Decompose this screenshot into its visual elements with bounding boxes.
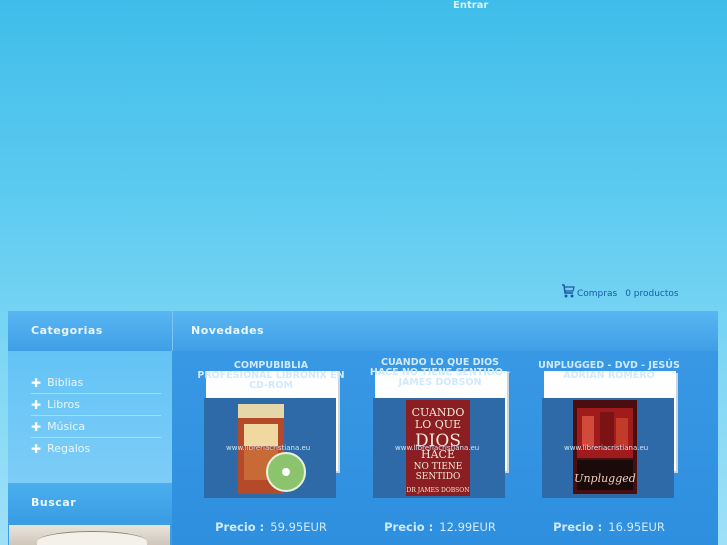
price-row: Precio : 16.95EUR [534, 520, 684, 534]
novedades-title: Novedades [172, 311, 718, 351]
sidebar: Categorias ✚ Biblias ✚ Libros ✚ Música ✚… [8, 311, 172, 545]
price-row: Precio : 12.99EUR [365, 520, 515, 534]
price-value: 12.99EUR [439, 520, 496, 534]
plus-icon: ✚ [31, 397, 42, 412]
shopping-cart-icon [562, 284, 575, 298]
category-label[interactable]: Libros [47, 398, 80, 411]
plus-icon: ✚ [31, 441, 42, 456]
price-label: Precio : [384, 520, 434, 534]
bible-image [9, 525, 170, 545]
category-label[interactable]: Biblias [47, 376, 83, 389]
price-row: Precio : 59.95EUR [196, 520, 346, 534]
cover-text: SENTIDO [416, 472, 461, 482]
cover-text: DR JAMES DOBSON [407, 487, 470, 494]
product-card: UNPLUGGED - DVD - JESÚS ADRIAN ROMERO Un… [534, 357, 684, 545]
search-title: Buscar [8, 483, 172, 523]
product-title[interactable]: CUANDO LO QUE DIOS HACE NO TIENE SENTIDO… [365, 358, 515, 388]
category-label[interactable]: Música [47, 420, 85, 433]
watermark-text: www.libreriacristiana.eu [226, 444, 311, 452]
watermark-text: www.libreriacristiana.eu [395, 444, 480, 452]
product-card: CUANDO LO QUE DIOS HACE NO TIENE SENTIDO… [365, 357, 515, 545]
category-item-libros[interactable]: ✚ Libros [31, 394, 161, 416]
cart-widget[interactable]: Compras 0 productos [561, 283, 679, 299]
watermark-text: www.libreriacristiana.eu [564, 444, 649, 452]
price-value: 59.95EUR [270, 520, 327, 534]
product-title[interactable]: UNPLUGGED - DVD - JESÚS ADRIAN ROMERO [534, 361, 684, 381]
price-label: Precio : [215, 520, 265, 534]
product-title[interactable]: COMPUBIBLIA PROFESIONAL LIBRONIX EN CD-R… [196, 361, 346, 391]
plus-icon: ✚ [31, 375, 42, 390]
cover-text: NO TIENE [414, 462, 463, 472]
product-image[interactable]: www.libreriacristiana.eu [204, 398, 336, 498]
category-label[interactable]: Regalos [47, 442, 90, 455]
main-panel: Novedades COMPUBIBLIA PROFESIONAL LIBRON… [172, 311, 718, 545]
product-image[interactable]: CUANDO LO QUE DIOS HACE NO TIENE SENTIDO… [373, 398, 505, 498]
cart-count[interactable]: 0 productos [625, 289, 678, 299]
price-label: Precio : [553, 520, 603, 534]
category-item-regalos[interactable]: ✚ Regalos [31, 438, 161, 459]
category-item-biblias[interactable]: ✚ Biblias [31, 372, 161, 394]
product-card: COMPUBIBLIA PROFESIONAL LIBRONIX EN CD-R… [196, 357, 346, 545]
book-page-shape [37, 531, 147, 545]
category-item-musica[interactable]: ✚ Música [31, 416, 161, 438]
price-value: 16.95EUR [608, 520, 665, 534]
cover-text: LO QUE [415, 418, 461, 431]
plus-icon: ✚ [31, 419, 42, 434]
category-list: ✚ Biblias ✚ Libros ✚ Música ✚ Regalos [8, 351, 172, 483]
cover-text: Unplugged [574, 472, 636, 485]
categories-title: Categorias [8, 311, 172, 351]
cart-label[interactable]: Compras [577, 289, 617, 299]
login-link[interactable]: Entrar [453, 0, 488, 11]
product-image[interactable]: Unplugged www.libreriacristiana.eu [542, 398, 674, 498]
